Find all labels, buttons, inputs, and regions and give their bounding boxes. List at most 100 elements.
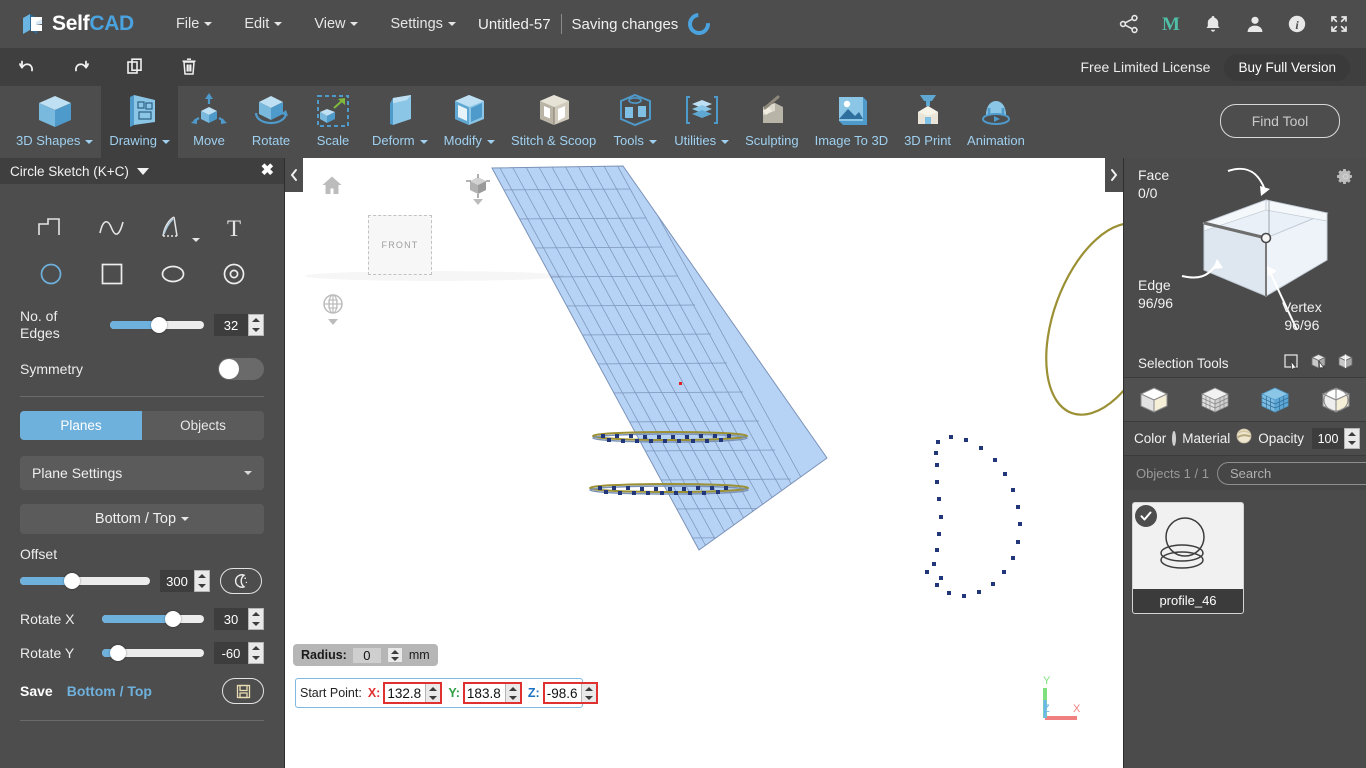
ribbon-rotate[interactable]: Rotate xyxy=(240,86,302,158)
3d-viewport[interactable]: FRONT Radius: 0 mm Start Point: X: 132.8… xyxy=(285,158,1123,768)
rotate-x-slider[interactable] xyxy=(102,611,204,627)
edges-stepper[interactable] xyxy=(248,314,264,336)
plane-choice-button[interactable]: Bottom / Top xyxy=(20,504,264,534)
ribbon-animation[interactable]: Animation xyxy=(959,86,1033,158)
concentric-circle-icon[interactable] xyxy=(211,254,257,294)
offset-value[interactable]: 300 xyxy=(160,570,194,592)
plane-settings-dropdown[interactable]: Plane Settings xyxy=(20,456,264,490)
opacity-value[interactable]: 100 xyxy=(1312,428,1344,449)
ribbon-utilities[interactable]: Utilities xyxy=(666,86,737,158)
ellipse-icon[interactable] xyxy=(150,254,196,294)
view-cube-front-face[interactable]: FRONT xyxy=(368,215,432,275)
info-icon[interactable]: i xyxy=(1286,13,1308,35)
menu-file[interactable]: File xyxy=(160,10,228,38)
ribbon-3d-shapes[interactable]: 3D Shapes xyxy=(8,86,101,158)
app-logo[interactable]: SelfCAD xyxy=(20,11,134,37)
z-axis-label: Z: xyxy=(527,686,540,700)
color-swatch[interactable] xyxy=(1172,431,1177,446)
notifications-icon[interactable] xyxy=(1202,13,1224,35)
ribbon-deform[interactable]: Deform xyxy=(364,86,436,158)
opacity-stepper[interactable] xyxy=(1344,428,1360,449)
object-name: profile_46 xyxy=(1133,589,1243,613)
ribbon-image-to-3d[interactable]: Image To 3D xyxy=(807,86,896,158)
box-select-icon[interactable] xyxy=(1310,353,1327,375)
start-point-z-input[interactable] xyxy=(544,684,581,702)
account-icon[interactable] xyxy=(1244,13,1266,35)
flip-offset-button[interactable] xyxy=(220,568,262,594)
ribbon-scale[interactable]: Scale xyxy=(302,86,364,158)
pen-icon[interactable] xyxy=(150,208,200,248)
polyline-icon[interactable] xyxy=(28,208,74,248)
text-icon[interactable]: T xyxy=(211,208,257,248)
radius-stepper[interactable] xyxy=(386,647,403,663)
find-tool-input[interactable] xyxy=(1220,104,1340,138)
circle-icon[interactable] xyxy=(28,254,74,294)
redo-icon[interactable] xyxy=(54,48,108,86)
fullscreen-icon[interactable] xyxy=(1328,13,1350,35)
pivot-icon[interactable] xyxy=(321,293,345,332)
vertex-mode-icon[interactable] xyxy=(1193,382,1237,418)
rotate-y-value[interactable]: -60 xyxy=(214,642,248,664)
menu-view[interactable]: View xyxy=(298,10,374,38)
edge-mode-icon[interactable] xyxy=(1314,382,1358,418)
chevron-down-icon[interactable] xyxy=(191,238,200,242)
offset-stepper[interactable] xyxy=(194,570,210,592)
edges-value[interactable]: 32 xyxy=(214,314,248,336)
rect-select-icon[interactable] xyxy=(1283,353,1300,375)
collapse-left-panel-button[interactable] xyxy=(285,158,303,192)
rotate-x-stepper[interactable] xyxy=(248,608,264,630)
chevron-down-icon[interactable] xyxy=(136,167,149,175)
save-plane-name[interactable]: Bottom / Top xyxy=(67,683,152,699)
offset-slider[interactable] xyxy=(20,573,150,589)
view-cube-icon[interactable] xyxy=(465,173,491,212)
start-point-y-stepper[interactable] xyxy=(504,684,520,702)
undo-icon[interactable] xyxy=(0,48,54,86)
ribbon-modify[interactable]: Modify xyxy=(436,86,503,158)
collapse-right-panel-button[interactable] xyxy=(1105,158,1123,192)
floppy-icon[interactable] xyxy=(222,678,264,704)
rectangle-icon[interactable] xyxy=(89,254,135,294)
material-icon[interactable] xyxy=(1236,428,1252,449)
chevron-down-icon xyxy=(419,139,428,144)
home-icon[interactable] xyxy=(321,174,343,201)
rotate-y-slider[interactable] xyxy=(102,645,204,661)
face-mode-icon[interactable] xyxy=(1253,382,1297,418)
ribbon-move[interactable]: Move xyxy=(178,86,240,158)
close-icon[interactable]: ✖ xyxy=(261,162,274,180)
ribbon-sculpting[interactable]: Sculpting xyxy=(737,86,806,158)
ribbon-3d-print[interactable]: 3D Print xyxy=(896,86,959,158)
myminifactory-icon[interactable]: M xyxy=(1160,13,1182,35)
move-icon xyxy=(186,90,232,132)
start-point-x-stepper[interactable] xyxy=(425,684,441,702)
symmetry-toggle[interactable] xyxy=(218,358,264,380)
chevron-down-icon xyxy=(350,22,359,27)
edges-slider[interactable] xyxy=(110,317,204,333)
delete-icon[interactable] xyxy=(162,48,216,86)
loop-select-icon[interactable] xyxy=(1337,353,1354,375)
menu-settings[interactable]: Settings xyxy=(374,10,471,38)
copy-icon[interactable] xyxy=(108,48,162,86)
radius-input[interactable] xyxy=(352,647,381,663)
start-point-label: Start Point: xyxy=(300,686,362,700)
rotate-y-numbox: -60 xyxy=(214,642,264,664)
tab-objects[interactable]: Objects xyxy=(142,411,264,440)
start-point-z-stepper[interactable] xyxy=(580,684,596,702)
objects-search-input[interactable] xyxy=(1216,461,1366,485)
list-item[interactable]: profile_46 xyxy=(1132,502,1244,614)
rotate-y-stepper[interactable] xyxy=(248,642,264,664)
ribbon-drawing[interactable]: Drawing xyxy=(101,86,179,158)
object-selected-check-icon[interactable] xyxy=(1135,505,1157,527)
ribbon-stitch-scoop[interactable]: Stitch & Scoop xyxy=(503,86,604,158)
save-status-label: Saving changes xyxy=(571,15,679,33)
rotate-x-value[interactable]: 30 xyxy=(214,608,248,630)
object-mode-icon[interactable] xyxy=(1132,382,1176,418)
freehand-curve-icon[interactable] xyxy=(89,208,135,248)
start-point-x-input[interactable] xyxy=(385,684,426,702)
menu-edit[interactable]: Edit xyxy=(228,10,298,38)
ribbon-tools[interactable]: Tools xyxy=(604,86,666,158)
history-bar: Free Limited License Buy Full Version xyxy=(0,48,1366,86)
start-point-y-input[interactable] xyxy=(464,684,505,702)
share-icon[interactable] xyxy=(1118,13,1140,35)
buy-full-version-button[interactable]: Buy Full Version xyxy=(1224,53,1350,81)
tab-planes[interactable]: Planes xyxy=(20,411,142,440)
